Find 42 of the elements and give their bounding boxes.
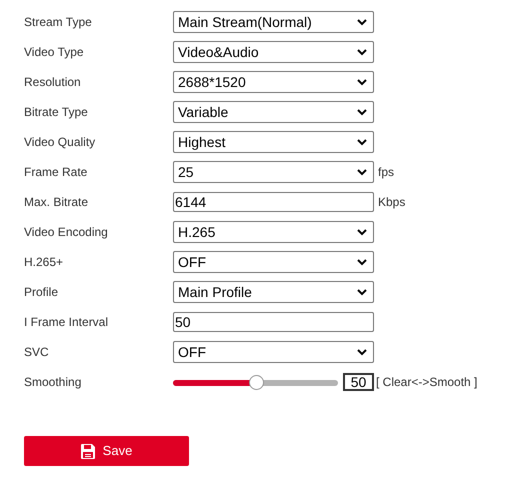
unit-label: [ Clear<->Smooth ] bbox=[376, 374, 478, 391]
field-label: SVC bbox=[24, 344, 50, 361]
chevron-down-icon bbox=[357, 48, 367, 56]
value-field[interactable]: 50 bbox=[343, 373, 374, 391]
chevron-down-icon bbox=[357, 228, 367, 236]
chevron-down-icon bbox=[357, 18, 367, 26]
dropdown[interactable]: 2688*1520 bbox=[173, 71, 374, 93]
field-label: Video Encoding bbox=[24, 224, 109, 241]
dropdown[interactable]: Highest bbox=[173, 131, 374, 153]
chevron-down-icon bbox=[357, 78, 367, 86]
field-label: Bitrate Type bbox=[24, 104, 89, 121]
field-label: Profile bbox=[24, 284, 60, 301]
dropdown[interactable]: Main Profile bbox=[173, 281, 374, 303]
chevron-down-icon bbox=[357, 138, 367, 146]
field-label: Video Type bbox=[24, 44, 85, 61]
unit-label: Kbps bbox=[378, 194, 406, 211]
dropdown[interactable]: Variable bbox=[173, 101, 374, 123]
dropdown[interactable]: OFF bbox=[173, 251, 374, 273]
field-label: Video Quality bbox=[24, 134, 96, 151]
save-button[interactable]: Save bbox=[24, 436, 189, 466]
chevron-down-icon bbox=[357, 288, 367, 296]
field-label: Resolution bbox=[24, 74, 82, 91]
unit-label: fps bbox=[378, 164, 394, 181]
input-field[interactable]: 50 bbox=[173, 312, 374, 332]
chevron-down-icon bbox=[357, 168, 367, 176]
chevron-down-icon bbox=[357, 258, 367, 266]
slider[interactable] bbox=[173, 374, 338, 390]
dropdown[interactable]: OFF bbox=[173, 341, 374, 363]
slider-thumb[interactable] bbox=[248, 374, 264, 390]
dropdown[interactable]: 25 bbox=[173, 161, 374, 183]
field-label: Smoothing bbox=[24, 374, 82, 391]
input-field[interactable]: 6144 bbox=[173, 192, 374, 212]
dropdown[interactable]: Video&Audio bbox=[173, 41, 374, 63]
dropdown[interactable]: Main Stream(Normal) bbox=[173, 11, 374, 33]
dropdown[interactable]: H.265 bbox=[173, 221, 374, 243]
chevron-down-icon bbox=[357, 348, 367, 356]
chevron-down-icon bbox=[357, 108, 367, 116]
field-label: Frame Rate bbox=[24, 164, 88, 181]
field-label: Stream Type bbox=[24, 14, 93, 31]
field-label: H.265+ bbox=[24, 254, 64, 271]
field-label: I Frame Interval bbox=[24, 314, 110, 331]
field-label: Max. Bitrate bbox=[24, 194, 90, 211]
